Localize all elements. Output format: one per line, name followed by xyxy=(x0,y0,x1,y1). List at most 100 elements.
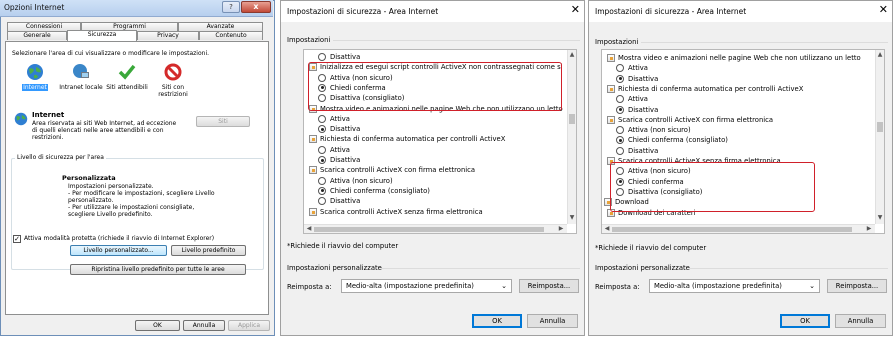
help-button[interactable]: ? xyxy=(222,1,240,13)
radio-unchecked-icon[interactable] xyxy=(616,64,624,73)
item-label: Attiva xyxy=(330,114,350,123)
close-button[interactable]: x xyxy=(241,1,271,13)
scroll-thumb[interactable] xyxy=(612,227,852,232)
settings-list[interactable]: Mostra video e animazioni nelle pagine W… xyxy=(601,49,885,234)
scroll-thumb[interactable] xyxy=(569,114,575,124)
radio-option[interactable]: Disattiva xyxy=(304,155,566,165)
radio-unchecked-icon[interactable] xyxy=(616,126,624,135)
radio-checked-icon[interactable] xyxy=(318,186,326,195)
item-label: Attiva xyxy=(628,95,648,104)
scroll-thumb[interactable] xyxy=(877,122,883,132)
item-label: Mostra video e animazioni nelle pagine W… xyxy=(618,54,861,62)
radio-checked-icon[interactable] xyxy=(616,136,624,145)
zone-trusted[interactable]: Siti attendibili xyxy=(104,63,150,91)
sites-button[interactable]: Siti xyxy=(196,116,250,127)
separator xyxy=(689,268,888,269)
tab-generale[interactable]: Generale xyxy=(7,31,67,40)
scroll-up-icon[interactable]: ▲ xyxy=(876,51,884,59)
protected-mode-checkbox[interactable]: ✓ xyxy=(13,235,21,243)
restart-note: *Richiede il riavvio del computer xyxy=(595,244,707,252)
cancel-button[interactable]: Annulla xyxy=(183,320,225,331)
globe-icon xyxy=(26,63,44,81)
radio-option[interactable]: Disattiva xyxy=(304,124,566,134)
item-label: Attiva (non sicuro) xyxy=(628,126,691,135)
radio-unchecked-icon[interactable] xyxy=(318,53,326,61)
close-icon[interactable]: ✕ xyxy=(879,4,888,15)
scroll-up-icon[interactable]: ▲ xyxy=(568,51,576,59)
ok-button[interactable]: OK xyxy=(780,314,830,328)
scroll-right-icon[interactable]: ▶ xyxy=(557,225,565,233)
horizontal-scrollbar[interactable]: ◀ ▶ xyxy=(304,224,567,233)
horizontal-scrollbar[interactable]: ◀ ▶ xyxy=(602,224,875,233)
radio-checked-icon[interactable] xyxy=(318,125,326,134)
reset-button[interactable]: Reimposta... xyxy=(519,279,579,293)
setting-icon xyxy=(607,84,615,93)
radio-option[interactable]: Disattiva xyxy=(602,105,874,115)
radio-option[interactable]: Chiedi conferma (consigliato) xyxy=(304,186,566,196)
radio-option[interactable]: Attiva (non sicuro) xyxy=(304,176,566,186)
radio-checked-icon[interactable] xyxy=(616,74,624,83)
radio-option[interactable]: Disattiva xyxy=(304,196,566,206)
tab-privacy[interactable]: Privacy xyxy=(137,31,199,40)
apply-button[interactable]: Applica xyxy=(228,320,270,331)
cancel-button[interactable]: Annulla xyxy=(835,314,886,328)
radio-option[interactable]: Chiedi conferma (consigliato) xyxy=(602,135,874,145)
radio-unchecked-icon[interactable] xyxy=(318,197,326,206)
radio-option[interactable]: Disattiva xyxy=(602,74,874,84)
item-label: Richiesta di conferma automatica per con… xyxy=(618,84,804,93)
radio-option[interactable]: Attiva xyxy=(602,94,874,104)
radio-option[interactable]: Disattiva xyxy=(602,146,874,156)
default-level-button[interactable]: Livello predefinito xyxy=(171,245,246,256)
tab-contenuto[interactable]: Contenuto xyxy=(199,31,263,40)
radio-unchecked-icon[interactable] xyxy=(318,114,326,123)
custom-level-button[interactable]: Livello personalizzato... xyxy=(70,245,167,256)
radio-option[interactable]: Disattiva xyxy=(304,52,566,62)
item-label: Disattiva xyxy=(330,197,361,206)
tab-avanzate[interactable]: Avanzate xyxy=(178,22,263,31)
zone-restricted[interactable]: Siti con restrizioni xyxy=(150,63,196,98)
reset-level-select[interactable]: Medio-alta (impostazione predefinita) ⌄ xyxy=(341,279,512,293)
radio-checked-icon[interactable] xyxy=(318,156,326,164)
radio-unchecked-icon[interactable] xyxy=(616,95,624,104)
close-icon[interactable]: ✕ xyxy=(571,4,580,15)
vertical-scrollbar[interactable]: ▲ ▼ xyxy=(875,50,884,224)
ok-button[interactable]: OK xyxy=(472,314,522,328)
radio-option[interactable]: Attiva xyxy=(304,114,566,124)
scroll-left-icon[interactable]: ◀ xyxy=(305,225,313,233)
item-label: Scarica controlli ActiveX con firma elet… xyxy=(320,166,476,175)
radio-unchecked-icon[interactable] xyxy=(318,176,326,185)
zone-intranet[interactable]: Intranet locale xyxy=(58,63,104,91)
scroll-right-icon[interactable]: ▶ xyxy=(865,225,873,233)
zone-internet[interactable]: Internet xyxy=(12,63,58,91)
radio-option[interactable]: Attiva xyxy=(304,145,566,155)
separator xyxy=(381,268,580,269)
reset-level-select[interactable]: Medio-alta (impostazione predefinita) ⌄ xyxy=(649,279,820,293)
ok-button[interactable]: OK xyxy=(135,320,180,331)
radio-option[interactable]: Attiva xyxy=(602,63,874,73)
level-group-label: Livello di sicurezza per l'area xyxy=(15,154,106,161)
separator xyxy=(641,42,888,43)
reset-all-zones-button[interactable]: Ripristina livello predefinito per tutte… xyxy=(70,264,246,275)
settings-label: Impostazioni xyxy=(595,38,639,46)
radio-option[interactable]: Attiva (non sicuro) xyxy=(602,125,874,135)
settings-item: Scarica controlli ActiveX con firma elet… xyxy=(602,115,874,125)
radio-checked-icon[interactable] xyxy=(616,105,624,114)
title-bar[interactable]: Impostazioni di sicurezza - Area Interne… xyxy=(589,1,892,22)
setting-icon xyxy=(607,115,615,124)
scroll-down-icon[interactable]: ▼ xyxy=(568,214,576,222)
scroll-down-icon[interactable]: ▼ xyxy=(876,214,884,222)
chevron-down-icon: ⌄ xyxy=(809,282,815,290)
cancel-button[interactable]: Annulla xyxy=(527,314,578,328)
scroll-left-icon[interactable]: ◀ xyxy=(603,225,611,233)
reset-button[interactable]: Reimposta... xyxy=(827,279,887,293)
radio-unchecked-icon[interactable] xyxy=(616,146,624,155)
vertical-scrollbar[interactable]: ▲ ▼ xyxy=(567,50,576,224)
scroll-thumb[interactable] xyxy=(314,227,544,232)
reset-to-label: Reimposta a: xyxy=(595,283,640,291)
settings-list[interactable]: Disattiva Inizializza ed esegui script co… xyxy=(303,49,577,234)
radio-unchecked-icon[interactable] xyxy=(318,145,326,154)
custom-settings-label: Impostazioni personalizzate xyxy=(595,264,690,272)
tab-sicurezza[interactable]: Sicurezza xyxy=(67,30,137,41)
title-bar[interactable]: Opzioni Internet ? x xyxy=(0,0,273,17)
title-bar[interactable]: Impostazioni di sicurezza - Area Interne… xyxy=(281,1,584,22)
